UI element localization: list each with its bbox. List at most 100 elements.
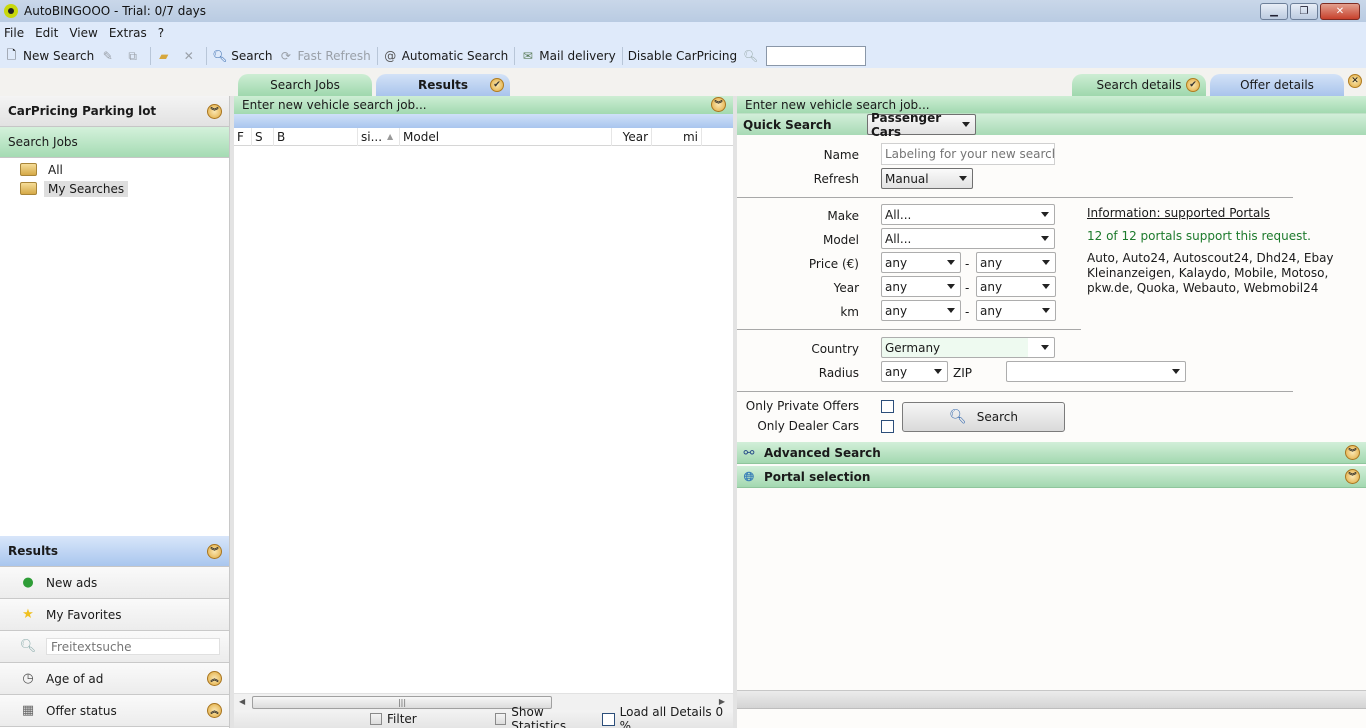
load-all-details-checkbox[interactable]: Load all Details 0 % [602,705,733,728]
filter-checkbox[interactable]: Filter [370,712,417,726]
portal-selection-section[interactable]: 🌐︎ Portal selection ︾ [737,466,1366,488]
search-button[interactable]: 🔍︎ Search [902,402,1065,432]
collapse-icon[interactable]: ︾ [207,104,222,119]
model-select[interactable]: All... [881,228,1055,249]
parking-lot-header[interactable]: CarPricing Parking lot ︾ [0,96,229,127]
column-header-mi[interactable]: mi [652,127,702,146]
make-select[interactable]: All... [881,204,1055,225]
binoculars-icon: ⚯ [743,445,755,461]
advanced-search-section[interactable]: ⚯ Advanced Search ︾ [737,442,1366,464]
toolbar: 🗋 New Search ✎ ⧉ ▰ ✕ 🔍︎ Search ⟳ Fast Re… [0,44,1366,68]
portal-count-text: 12 of 12 portals support this request. [1087,229,1311,243]
price-from-select[interactable]: any [881,252,961,273]
range-separator: - [965,257,970,271]
age-of-ad-item[interactable]: ◷ Age of ad ︽ [0,663,229,695]
toolbar-separator [150,47,152,65]
tab-search-jobs[interactable]: Search Jobs [238,74,372,96]
menu-edit[interactable]: Edit [35,26,58,40]
group-bar [234,114,733,128]
minimize-button[interactable]: ▁ [1260,3,1288,20]
name-input[interactable] [881,143,1055,165]
menu-view[interactable]: View [69,26,97,40]
results-header[interactable]: Results ︾ [0,536,229,567]
column-header-year[interactable]: Year [612,127,652,146]
year-from-select[interactable]: any [881,276,961,297]
details-footer-bar [737,690,1366,709]
collapse-icon[interactable]: ︾ [207,544,222,559]
new-ads-icon: ● [22,575,34,590]
km-from-select[interactable]: any [881,300,961,321]
details-header-bar: Enter new vehicle search job... [737,96,1366,113]
column-header-f[interactable]: F [234,127,252,146]
edit-icon: ✎ [102,49,113,63]
refresh-select[interactable]: Manual [881,168,973,189]
tab-offer-details[interactable]: Offer details [1210,74,1344,96]
vehicle-type-select[interactable]: Passenger Cars [867,111,976,139]
toolbar-separator [514,47,516,65]
column-header-s[interactable]: S [252,127,274,146]
column-header-model[interactable]: Model [400,127,612,146]
show-statistics-checkbox[interactable]: Show Statistics [494,705,598,728]
new-ads-item[interactable]: ● New ads [0,567,229,599]
search-toolbar-button[interactable]: 🔍︎ Search [212,49,272,64]
my-favorites-item[interactable]: ★ My Favorites [0,599,229,631]
scroll-left-icon[interactable]: ◀ [239,697,245,706]
column-header-b[interactable]: B [274,127,358,146]
year-to-select[interactable]: any [976,276,1056,297]
tree-item-my-searches[interactable]: My Searches [0,179,229,198]
only-dealer-checkbox[interactable] [881,420,894,433]
freetext-search-input[interactable] [46,638,220,655]
radius-select[interactable]: any [881,361,948,382]
tab-search-details[interactable]: Search details ✔ [1072,74,1206,96]
menu-help[interactable]: ? [158,26,164,40]
spiral-icon: @ [384,49,397,63]
search-details-panel: Enter new vehicle search job... Quick Se… [737,96,1366,728]
globe-search-icon: 🌐︎ [743,469,755,485]
make-label: Make [827,209,859,223]
toolbar-search-input[interactable] [766,46,867,66]
search-icon: 🔍︎ [19,639,37,654]
open-folder-button[interactable]: ▰ [156,49,175,64]
column-header-si[interactable]: si... ▲ [358,127,400,146]
grid-header: F S B si... ▲ Model Year mi [234,127,733,146]
restore-button[interactable]: ❐ [1290,3,1318,20]
close-window-button[interactable]: ✕ [1320,3,1360,20]
supported-portals-link[interactable]: Information: supported Portals [1087,206,1270,220]
year-label: Year [833,281,859,295]
zip-select[interactable] [1006,361,1186,382]
magnifier-icon: 🔍︎ [948,409,967,425]
fast-refresh-button[interactable]: ⟳ Fast Refresh [278,49,371,64]
expand-icon[interactable]: ︽ [207,671,222,686]
only-private-checkbox[interactable] [881,400,894,413]
tree-item-all[interactable]: All [0,160,229,179]
collapse-icon[interactable]: ︾ [711,97,726,112]
only-dealer-label: Only Dealer Cars [757,419,859,433]
country-select[interactable]: Germany [881,337,1055,358]
star-icon: ★ [22,607,34,622]
mail-delivery-button[interactable]: ✉ Mail delivery [520,49,616,64]
tab-results[interactable]: Results ✔ [376,74,510,96]
new-search-job-bar[interactable]: Enter new vehicle search job... ︾ [234,96,733,114]
price-to-select[interactable]: any [976,252,1056,273]
folder-icon: ▰ [159,49,169,63]
copy-button[interactable]: ⧉ [125,49,144,64]
new-search-button[interactable]: 🗋 New Search [4,48,95,64]
menu-file[interactable]: File [4,26,24,40]
title-bar: AutoBINGOOO - Trial: 0/7 days ▁ ❐ ✕ [0,0,1366,22]
disable-carpricing-button[interactable]: Disable CarPricing [628,49,737,63]
automatic-search-button[interactable]: @ Automatic Search [383,49,508,64]
menu-extras[interactable]: Extras [109,26,147,40]
search-jobs-header[interactable]: Search Jobs [0,127,229,158]
country-label: Country [811,342,859,356]
folder-icon [20,182,37,195]
close-tab-icon[interactable]: ✕ [1348,74,1362,88]
km-to-select[interactable]: any [976,300,1056,321]
edit-button[interactable]: ✎ [100,49,119,64]
collapse-icon[interactable]: ︾ [1345,445,1360,460]
sidebar: CarPricing Parking lot ︾ Search Jobs All… [0,96,230,728]
offer-status-item[interactable]: ▦ Offer status ︽ [0,695,229,727]
toolbar-separator [206,47,208,65]
collapse-icon[interactable]: ︾ [1345,469,1360,484]
delete-button[interactable]: ✕ [181,49,200,64]
expand-icon[interactable]: ︽ [207,703,222,718]
